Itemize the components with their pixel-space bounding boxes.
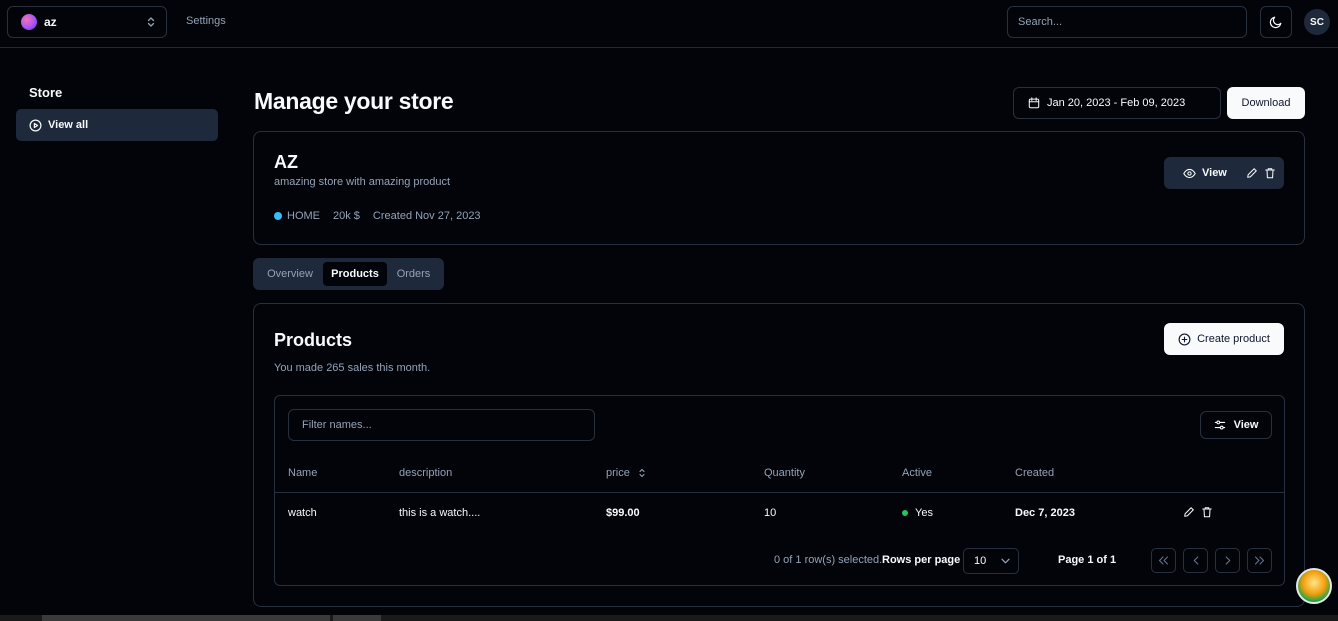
selection-status: 0 of 1 row(s) selected. [774, 554, 883, 566]
column-header-price-label: price [606, 467, 630, 479]
cell-quantity: 10 [764, 507, 777, 519]
date-range-label: Jan 20, 2023 - Feb 09, 2023 [1047, 97, 1186, 109]
cell-created: Dec 7, 2023 [1015, 507, 1075, 519]
chevrons-left-icon [1158, 556, 1169, 565]
chevron-right-icon [1225, 556, 1231, 565]
store-switcher-name: az [44, 15, 57, 29]
table-header-divider [275, 492, 1284, 493]
rows-per-page-value: 10 [974, 555, 987, 567]
products-title: Products [274, 330, 353, 350]
cell-active-label: Yes [915, 507, 933, 519]
tab-overview[interactable]: Overview [257, 262, 323, 286]
filter-names-input[interactable] [288, 409, 595, 441]
column-header-created: Created [1015, 467, 1055, 479]
next-page-button[interactable] [1215, 548, 1240, 573]
column-header-quantity: Quantity [764, 467, 805, 479]
category-dot [274, 212, 282, 220]
tab-orders[interactable]: Orders [387, 262, 440, 286]
sort-icon [638, 468, 646, 478]
chevron-left-icon [1193, 556, 1199, 565]
theme-toggle-button[interactable] [1260, 6, 1292, 38]
last-page-button[interactable] [1247, 548, 1272, 573]
taskbar-item[interactable] [333, 615, 381, 621]
pencil-icon[interactable] [1183, 506, 1195, 518]
chevrons-right-icon [1254, 556, 1265, 565]
sidebar-item-view-all[interactable]: View all [16, 109, 218, 141]
column-header-active: Active [902, 467, 932, 479]
cell-name: watch [288, 507, 317, 519]
column-header-name: Name [288, 467, 318, 479]
floating-app-icon[interactable] [1296, 568, 1332, 604]
cell-price: $99.00 [606, 507, 640, 519]
pencil-icon[interactable] [1246, 167, 1258, 179]
chevron-down-icon [1001, 558, 1010, 564]
tab-products[interactable]: Products [323, 262, 387, 286]
first-page-button[interactable] [1151, 548, 1176, 573]
store-card: AZ amazing store with amazing product HO… [253, 131, 1305, 245]
os-taskbar [0, 615, 1338, 621]
previous-page-button[interactable] [1183, 548, 1208, 573]
play-circle-icon [29, 119, 42, 132]
column-header-price[interactable]: price [606, 467, 646, 479]
store-card-title: AZ [274, 152, 298, 172]
nav-settings-link[interactable]: Settings [186, 15, 226, 27]
top-bar: az Settings SC [0, 0, 1338, 48]
products-card: Products You made 265 sales this month. … [253, 303, 1305, 607]
sidebar-item-label: View all [48, 119, 89, 131]
store-view-label: View [1202, 167, 1227, 179]
cell-active: Yes [902, 507, 933, 519]
store-created: Created Nov 27, 2023 [372, 210, 481, 222]
date-range-picker[interactable]: Jan 20, 2023 - Feb 09, 2023 [1013, 87, 1221, 119]
products-subtitle: You made 265 sales this month. [274, 362, 431, 374]
sidebar-title: Store [29, 85, 63, 100]
active-status-dot [902, 510, 908, 516]
store-switcher[interactable]: az [7, 6, 167, 38]
sliders-icon [1214, 419, 1226, 431]
products-table: View Name description price Quantity Act… [274, 395, 1285, 586]
rows-per-page-label: Rows per page [882, 554, 961, 566]
store-avatar [21, 14, 37, 30]
page-indicator: Page 1 of 1 [1058, 554, 1117, 566]
trash-icon[interactable] [1264, 167, 1276, 179]
store-view-button[interactable]: View [1183, 167, 1227, 180]
eye-icon [1183, 167, 1196, 180]
search-input[interactable] [1007, 6, 1247, 38]
store-category: HOME [287, 210, 320, 222]
chevrons-up-down-icon [146, 16, 156, 28]
store-card-actions: View [1164, 157, 1284, 189]
cell-description: this is a watch.... [399, 507, 481, 519]
download-button[interactable]: Download [1227, 87, 1305, 119]
row-actions [1183, 506, 1213, 518]
taskbar-item[interactable] [42, 615, 330, 621]
moon-icon [1269, 15, 1283, 29]
table-view-button[interactable]: View [1200, 411, 1272, 439]
column-header-description: description [399, 467, 453, 479]
trash-icon[interactable] [1201, 506, 1213, 518]
table-view-label: View [1233, 419, 1259, 431]
page-title: Manage your store [254, 88, 454, 114]
store-revenue: 20k $ [333, 210, 360, 222]
rows-per-page-select[interactable]: 10 [963, 548, 1019, 574]
store-tabs: Overview Products Orders [253, 258, 444, 290]
store-meta: HOME 20k $ Created Nov 27, 2023 [274, 210, 481, 222]
user-avatar[interactable]: SC [1304, 9, 1330, 35]
plus-circle-icon [1178, 333, 1191, 346]
store-card-description: amazing store with amazing product [274, 176, 451, 188]
create-product-button[interactable]: Create product [1164, 323, 1284, 355]
create-product-label: Create product [1197, 333, 1270, 345]
calendar-icon [1028, 97, 1040, 109]
